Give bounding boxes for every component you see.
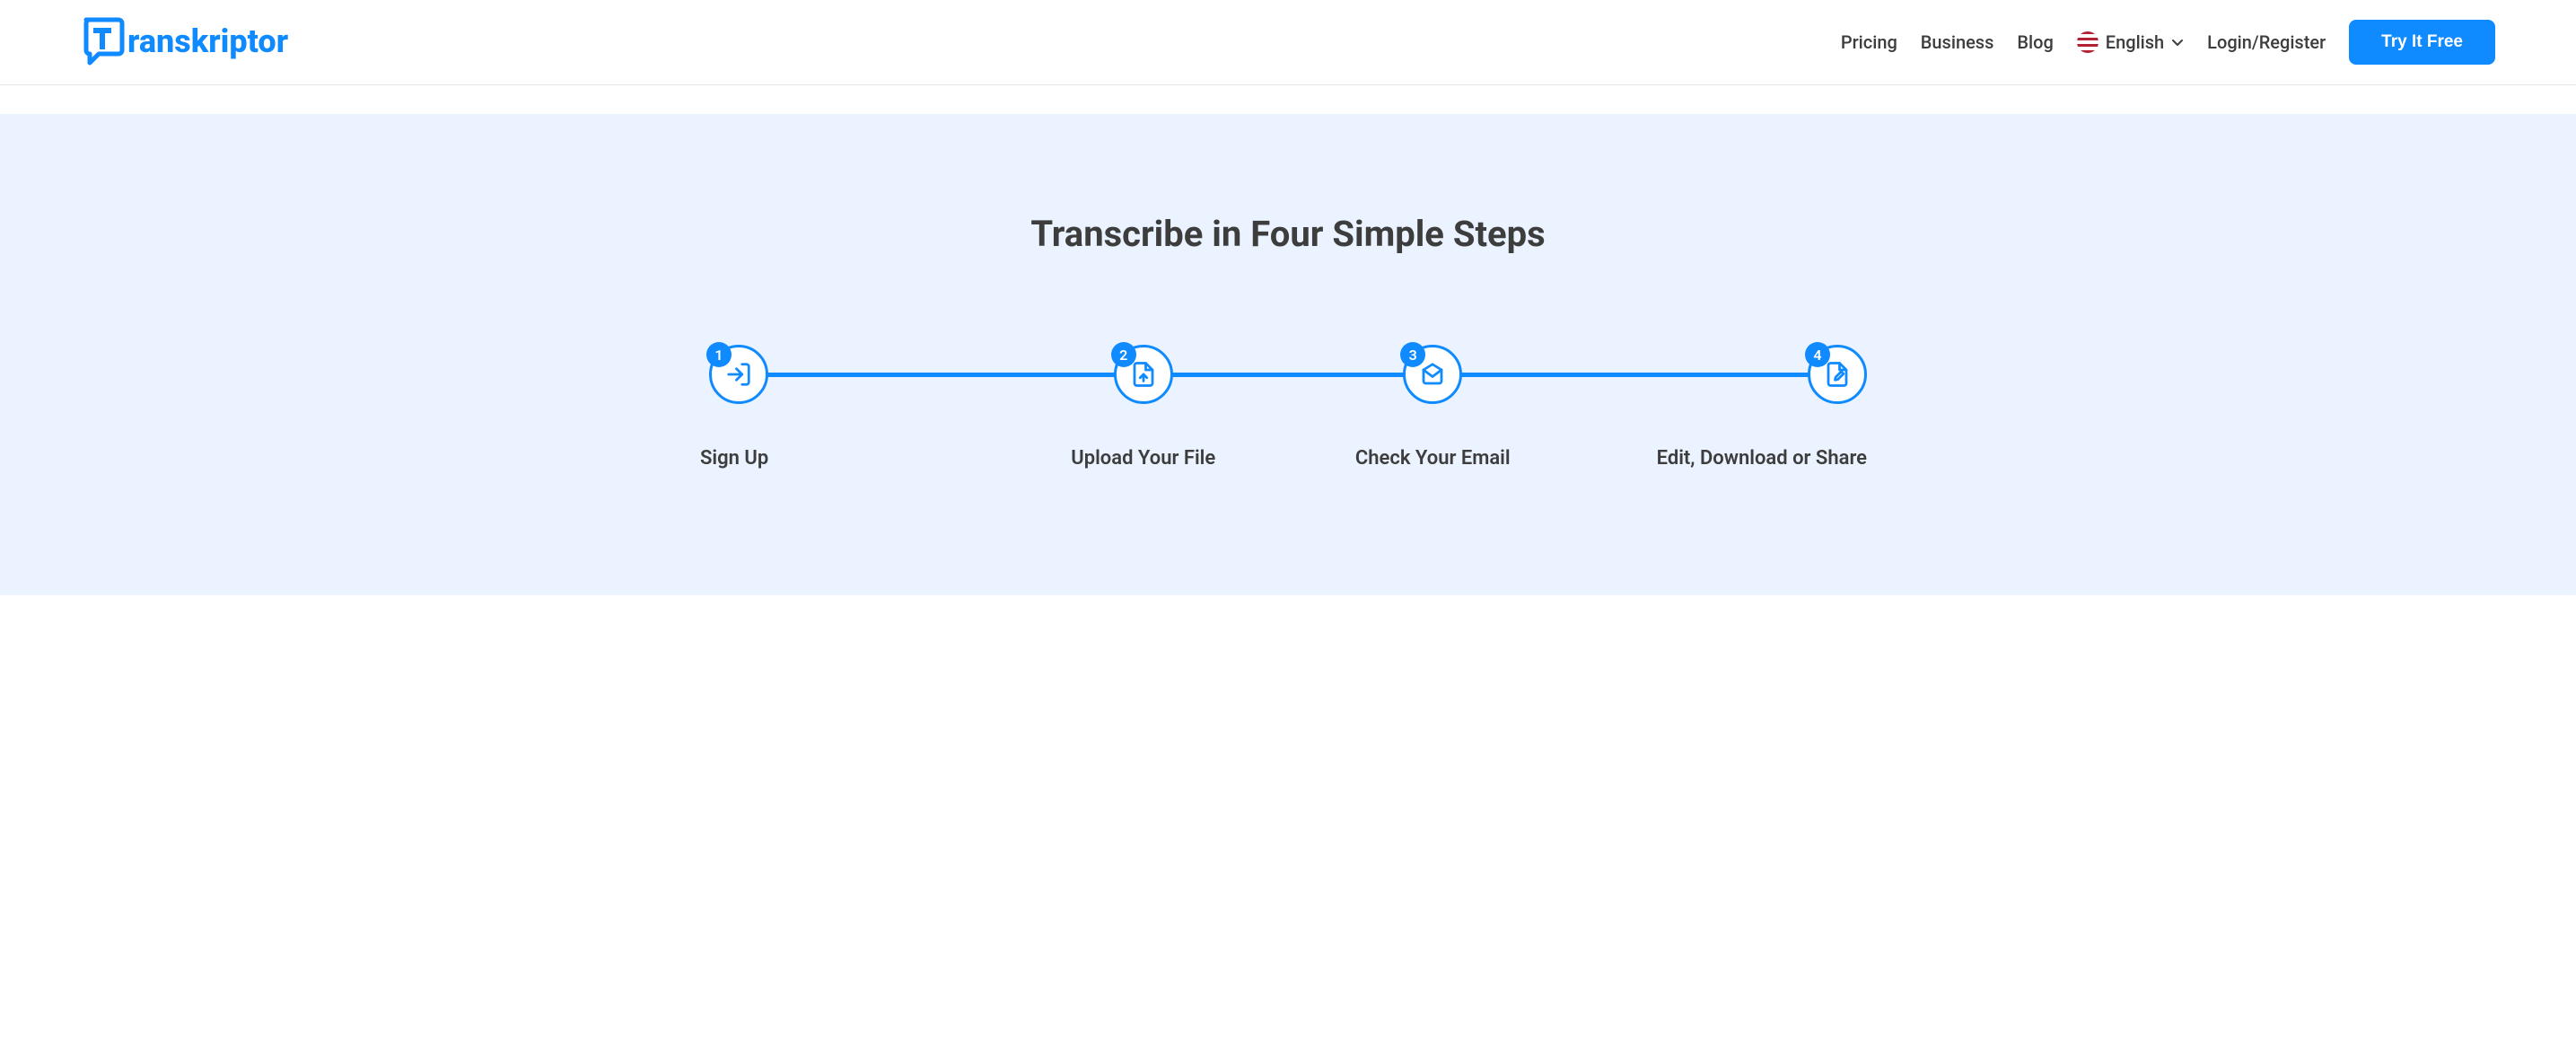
- steps: 1 Sign Up 2: [709, 345, 1867, 470]
- step-badge-1: 1: [706, 342, 732, 367]
- nav-blog[interactable]: Blog: [2017, 31, 2053, 53]
- language-label: English: [2106, 31, 2164, 53]
- mail-icon: [1419, 361, 1446, 388]
- nav-pricing[interactable]: Pricing: [1841, 31, 1897, 53]
- step-2: 2 Upload Your File: [999, 345, 1289, 470]
- step-3: 3 Check Your Email: [1288, 345, 1578, 470]
- brand-logo[interactable]: ranskriptor: [81, 16, 332, 68]
- nav-login[interactable]: Login/Register: [2207, 31, 2326, 53]
- nav-right: Pricing Business Blog English Login/Regi…: [1841, 20, 2495, 65]
- step-icon-edit: 4: [1808, 345, 1867, 404]
- step-badge-2: 2: [1111, 342, 1136, 367]
- header: ranskriptor Pricing Business Blog Englis…: [0, 0, 2576, 85]
- step-icon-email: 3: [1403, 345, 1462, 404]
- hero-section: Transcribe in Four Simple Steps 1 Sign U…: [0, 114, 2576, 595]
- steps-wrapper: 1 Sign Up 2: [709, 345, 1867, 470]
- step-label-4: Edit, Download or Share: [1657, 447, 1867, 470]
- us-flag-icon: [2077, 31, 2098, 53]
- signin-icon: [725, 361, 752, 388]
- try-free-button[interactable]: Try It Free: [2349, 20, 2495, 65]
- step-label-2: Upload Your File: [1071, 447, 1215, 470]
- step-4: 4 Edit, Download or Share: [1578, 345, 1868, 470]
- step-icon-upload: 2: [1114, 345, 1173, 404]
- step-1: 1 Sign Up: [709, 345, 999, 470]
- svg-text:ranskriptor: ranskriptor: [127, 22, 289, 60]
- chevron-down-icon: [2171, 36, 2184, 48]
- step-icon-signup: 1: [709, 345, 768, 404]
- hero-title: Transcribe in Four Simple Steps: [81, 213, 2495, 255]
- nav-business[interactable]: Business: [1921, 31, 1994, 53]
- file-edit-icon: [1824, 361, 1851, 388]
- step-badge-4: 4: [1805, 342, 1830, 367]
- file-upload-icon: [1130, 361, 1157, 388]
- language-selector[interactable]: English: [2077, 31, 2184, 53]
- step-label-1: Sign Up: [700, 447, 768, 470]
- step-label-3: Check Your Email: [1355, 447, 1511, 470]
